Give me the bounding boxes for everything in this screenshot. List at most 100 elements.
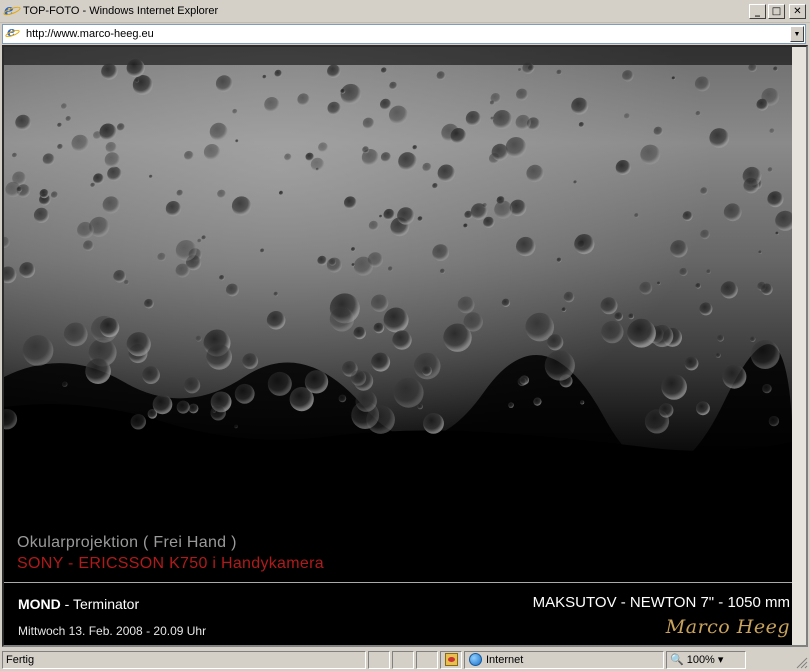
crater <box>340 88 346 94</box>
crater <box>262 74 267 79</box>
crater <box>234 383 255 404</box>
crater <box>622 70 634 82</box>
crater <box>50 191 59 199</box>
crater <box>12 152 18 158</box>
crater <box>327 101 341 116</box>
crater <box>775 231 779 235</box>
crater <box>695 111 701 116</box>
crater <box>101 63 118 80</box>
crater <box>380 98 392 111</box>
crater <box>380 152 392 163</box>
crater <box>556 69 562 75</box>
crater <box>465 111 481 127</box>
vertical-scrollbar[interactable] <box>792 47 806 645</box>
crater <box>715 352 721 358</box>
crater <box>304 370 329 394</box>
page-icon: e <box>4 25 21 41</box>
crater <box>39 189 49 199</box>
crater <box>722 364 747 389</box>
crater <box>706 269 711 274</box>
security-zone[interactable]: Internet <box>464 650 664 669</box>
crater <box>398 152 417 171</box>
zoom-icon: 🔍 <box>670 654 684 666</box>
crater <box>417 403 423 410</box>
crater <box>670 240 688 258</box>
crater <box>232 108 238 115</box>
zone-label: Internet <box>486 653 524 666</box>
crater <box>432 183 438 189</box>
crater <box>99 123 117 141</box>
close-button[interactable]: ✕ <box>789 4 806 19</box>
crater <box>392 330 412 350</box>
crater <box>102 196 120 214</box>
crater <box>85 358 111 385</box>
crater <box>505 137 527 158</box>
crater <box>197 238 202 243</box>
crater <box>329 307 355 332</box>
crater <box>209 122 228 141</box>
crater <box>518 68 522 72</box>
crater <box>93 173 104 185</box>
crater <box>105 142 117 154</box>
crater <box>184 150 194 161</box>
crater <box>383 208 395 221</box>
crater <box>556 257 562 263</box>
crater <box>284 153 292 161</box>
crater <box>71 134 89 153</box>
title-bar[interactable]: e TOP-FOTO - Windows Internet Explorer _… <box>0 0 810 23</box>
crater <box>483 216 495 228</box>
window-title: TOP-FOTO - Windows Internet Explorer <box>23 5 219 17</box>
camera-model-text: SONY - ERICSSON K750 i Handykamera <box>17 555 324 572</box>
crater <box>750 340 780 369</box>
address-input[interactable] <box>26 26 790 42</box>
crater <box>614 312 623 321</box>
crater <box>65 116 72 122</box>
crater <box>561 307 567 312</box>
crater <box>624 113 630 120</box>
crater <box>682 211 693 222</box>
crater <box>421 365 432 376</box>
maximize-button[interactable]: □ <box>768 4 785 19</box>
crater <box>22 335 54 366</box>
crater <box>219 275 225 281</box>
zoom-dropdown-icon[interactable]: ▾ <box>718 653 724 666</box>
crater <box>362 146 370 154</box>
photo-subject-bold: MOND <box>18 596 61 612</box>
crater <box>297 93 310 106</box>
photo-caption-footer: MOND - Terminator Mittwoch 13. Feb. 2008… <box>4 583 792 645</box>
crater <box>362 117 375 130</box>
crater <box>61 103 68 110</box>
crater <box>350 370 367 386</box>
address-bar: e ▼ <box>2 24 806 44</box>
resize-grip-icon[interactable] <box>796 657 808 669</box>
crater <box>773 66 778 72</box>
crater <box>463 312 483 332</box>
crater <box>144 298 154 309</box>
crater <box>436 71 446 81</box>
crater <box>175 240 197 261</box>
crater <box>412 145 418 150</box>
crater <box>327 64 341 78</box>
crater <box>709 128 730 148</box>
crater <box>563 291 575 303</box>
crater <box>264 97 280 113</box>
privacy-report[interactable] <box>440 650 462 669</box>
zoom-control[interactable]: 🔍 100% ▾ <box>666 650 746 669</box>
crater <box>634 213 639 218</box>
crater <box>340 83 362 105</box>
crater <box>615 160 631 175</box>
crater <box>381 67 387 74</box>
address-dropdown-button[interactable]: ▼ <box>790 26 804 42</box>
crater <box>234 424 238 429</box>
crater <box>104 152 121 168</box>
crater <box>756 98 769 111</box>
crater <box>57 143 63 150</box>
minimize-button[interactable]: _ <box>749 4 766 19</box>
crater <box>62 381 68 387</box>
page-viewport: Okularprojektion ( Frei Hand ) SONY - ER… <box>4 47 792 645</box>
crater <box>768 415 780 427</box>
crater <box>501 298 511 307</box>
crater <box>544 350 575 381</box>
crater <box>661 374 687 400</box>
crater <box>671 76 676 80</box>
